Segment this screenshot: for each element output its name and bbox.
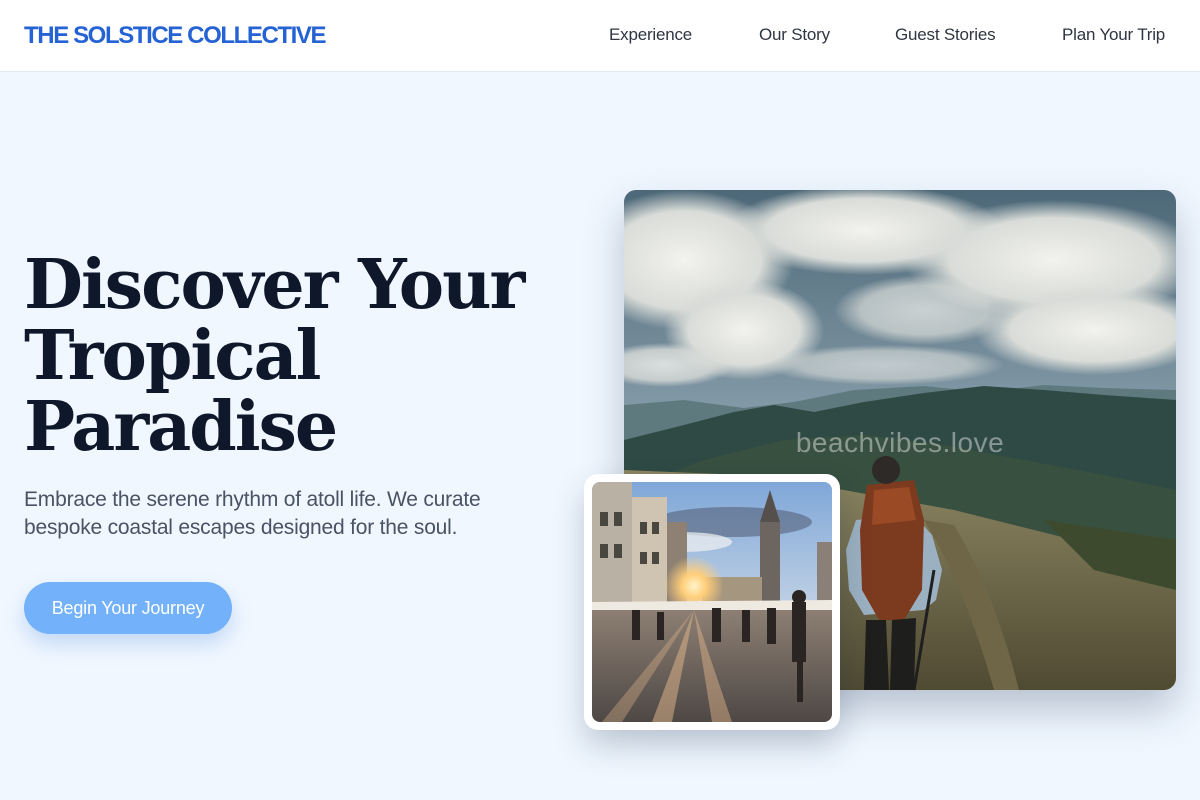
- begin-journey-button[interactable]: Begin Your Journey: [24, 582, 232, 634]
- town-square-photo-card: [584, 474, 840, 730]
- nav-plan-your-trip[interactable]: Plan Your Trip: [1062, 25, 1165, 45]
- nav-our-story[interactable]: Our Story: [759, 25, 830, 45]
- site-header: THE SOLSTICE COLLECTIVE Experience Our S…: [0, 0, 1200, 72]
- hero-title-line-3: Paradise: [24, 387, 338, 467]
- hero-title-line-2: Tropical: [24, 316, 322, 396]
- town-square-photo: [592, 482, 832, 722]
- main-nav: Experience Our Story Guest Stories Plan …: [0, 25, 1200, 49]
- nav-experience[interactable]: Experience: [609, 25, 692, 45]
- hero-title-line-1: Discover Your: [24, 245, 525, 325]
- nav-guest-stories[interactable]: Guest Stories: [895, 25, 996, 45]
- hero-subtitle: Embrace the serene rhythm of atoll life.…: [24, 488, 481, 539]
- hero-title: Discover Your Tropical Paradise: [24, 250, 564, 463]
- photo-watermark: beachvibes.love: [795, 427, 1005, 458]
